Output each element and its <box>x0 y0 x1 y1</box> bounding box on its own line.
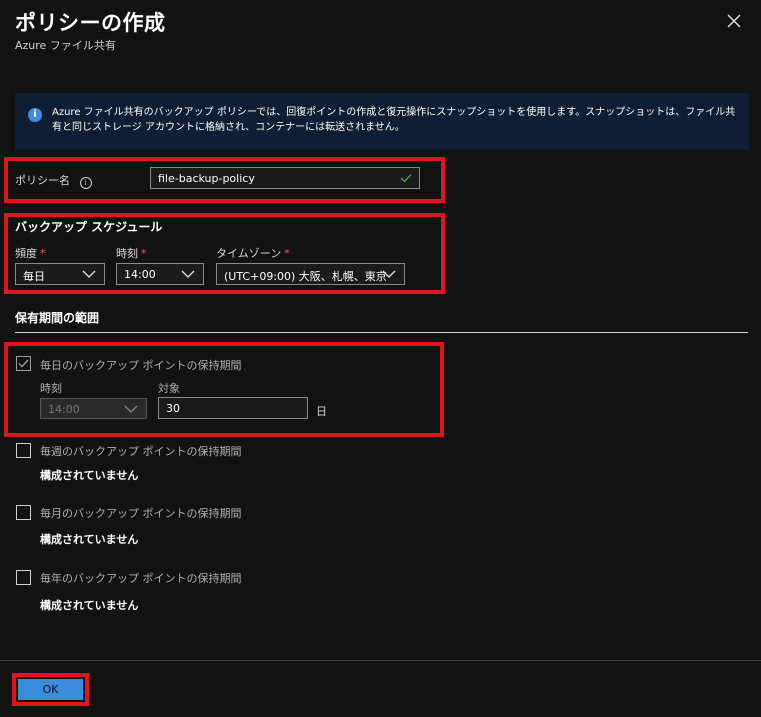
footer-divider <box>0 660 761 661</box>
policy-name-label-text: ポリシー名 <box>15 174 70 187</box>
ok-button[interactable]: OK <box>18 679 83 700</box>
checkmark-icon <box>18 359 29 368</box>
time-label: 時刻 * <box>116 245 147 261</box>
yearly-status: 構成されていません <box>40 599 139 612</box>
timezone-label: タイムゾーン * <box>216 245 290 261</box>
frequency-label-text: 頻度 <box>15 247 37 260</box>
retention-heading: 保有期間の範囲 <box>15 311 100 325</box>
daily-time-value: 14:00 <box>48 403 80 416</box>
required-mark: * <box>284 247 290 260</box>
required-mark: * <box>141 247 147 260</box>
info-icon: i <box>28 108 42 122</box>
info-circle-icon[interactable]: i <box>79 177 92 189</box>
yearly-retention-label: 毎年のバックアップ ポイントの保持期間 <box>40 572 242 585</box>
schedule-heading: バックアップ スケジュール <box>15 220 163 234</box>
chevron-down-icon <box>124 405 138 413</box>
time-select[interactable]: 14:00 <box>116 263 204 285</box>
daily-target-label: 対象 <box>158 382 180 395</box>
frequency-label: 頻度 * <box>15 245 46 261</box>
monthly-retention-label: 毎月のバックアップ ポイントの保持期間 <box>40 507 242 520</box>
daily-target-input[interactable]: 30 <box>158 397 308 419</box>
weekly-retention-checkbox[interactable] <box>16 443 31 458</box>
daily-target-value: 30 <box>166 402 180 415</box>
chevron-down-icon <box>181 270 195 278</box>
yearly-retention-checkbox[interactable] <box>16 570 31 585</box>
frequency-value: 毎日 <box>23 270 45 283</box>
chevron-down-icon <box>382 270 396 278</box>
checkmark-icon <box>399 171 413 188</box>
daily-retention-checkbox[interactable] <box>16 356 31 371</box>
info-banner: i Azure ファイル共有のバックアップ ポリシーでは、回復ポイントの作成と復… <box>15 93 749 150</box>
page-title: ポリシーの作成 <box>15 11 166 35</box>
weekly-retention-label: 毎週のバックアップ ポイントの保持期間 <box>40 445 242 458</box>
monthly-retention-checkbox[interactable] <box>16 505 31 520</box>
required-mark: * <box>40 247 46 260</box>
time-value: 14:00 <box>124 268 156 281</box>
policy-name-input[interactable]: file-backup-policy <box>150 167 420 189</box>
info-text: Azure ファイル共有のバックアップ ポリシーでは、回復ポイントの作成と復元操… <box>52 107 736 133</box>
chevron-down-icon <box>82 270 96 278</box>
weekly-status: 構成されていません <box>40 469 139 482</box>
timezone-label-text: タイムゾーン <box>216 247 282 260</box>
policy-name-value: file-backup-policy <box>158 172 255 185</box>
divider <box>15 332 748 333</box>
page-subtitle: Azure ファイル共有 <box>15 39 116 52</box>
close-icon[interactable] <box>725 12 743 30</box>
timezone-select[interactable]: (UTC+09:00) 大阪、札幌、東京 <box>216 263 405 285</box>
timezone-value: (UTC+09:00) 大阪、札幌、東京 <box>224 270 387 283</box>
monthly-status: 構成されていません <box>40 533 139 546</box>
daily-time-select[interactable]: 14:00 <box>40 398 147 419</box>
frequency-select[interactable]: 毎日 <box>15 263 105 285</box>
policy-name-label: ポリシー名 i <box>15 172 92 189</box>
daily-time-label: 時刻 <box>40 382 62 395</box>
time-label-text: 時刻 <box>116 247 138 260</box>
daily-retention-label: 毎日のバックアップ ポイントの保持期間 <box>40 359 242 372</box>
daily-unit: 日 <box>316 405 327 418</box>
